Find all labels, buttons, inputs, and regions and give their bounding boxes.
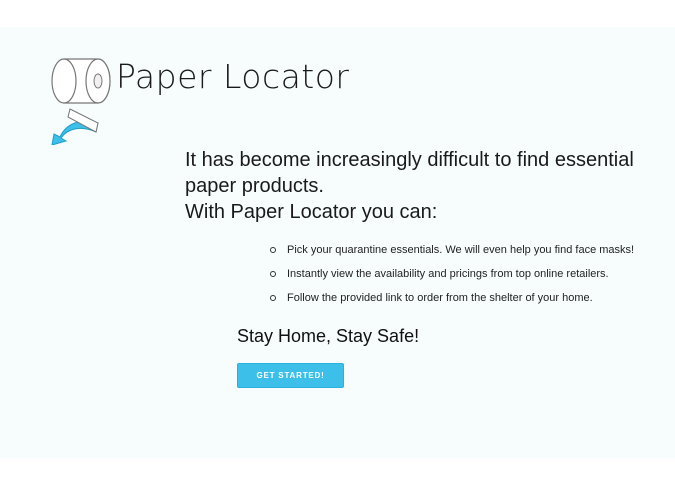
feature-list: Pick your quarantine essentials. We will… (258, 243, 658, 315)
bullet-icon (270, 247, 276, 253)
headline-line-1: It has become increasingly difficult to … (185, 149, 634, 171)
feature-item: Follow the provided link to order from t… (258, 291, 658, 305)
tagline: Stay Home, Stay Safe! (237, 326, 420, 346)
toilet-paper-roll-arrow-icon (40, 55, 120, 146)
headline: It has become increasingly difficult to … (185, 147, 645, 225)
brand-name: Paper Locator (116, 57, 350, 96)
feature-text: Pick your quarantine essentials. We will… (287, 244, 635, 256)
feature-text: Follow the provided link to order from t… (287, 292, 593, 304)
headline-line-2: paper products. (185, 175, 324, 197)
feature-item: Pick your quarantine essentials. We will… (258, 243, 658, 257)
bullet-icon (270, 295, 276, 301)
bullet-icon (270, 271, 276, 277)
feature-item: Instantly view the availability and pric… (258, 267, 658, 281)
get-started-button[interactable]: GET STARTED! (237, 363, 344, 388)
landing-page: Paper Locator It has become increasingly… (0, 27, 675, 458)
headline-line-3: With Paper Locator you can: (185, 201, 438, 223)
feature-text: Instantly view the availability and pric… (287, 268, 609, 280)
